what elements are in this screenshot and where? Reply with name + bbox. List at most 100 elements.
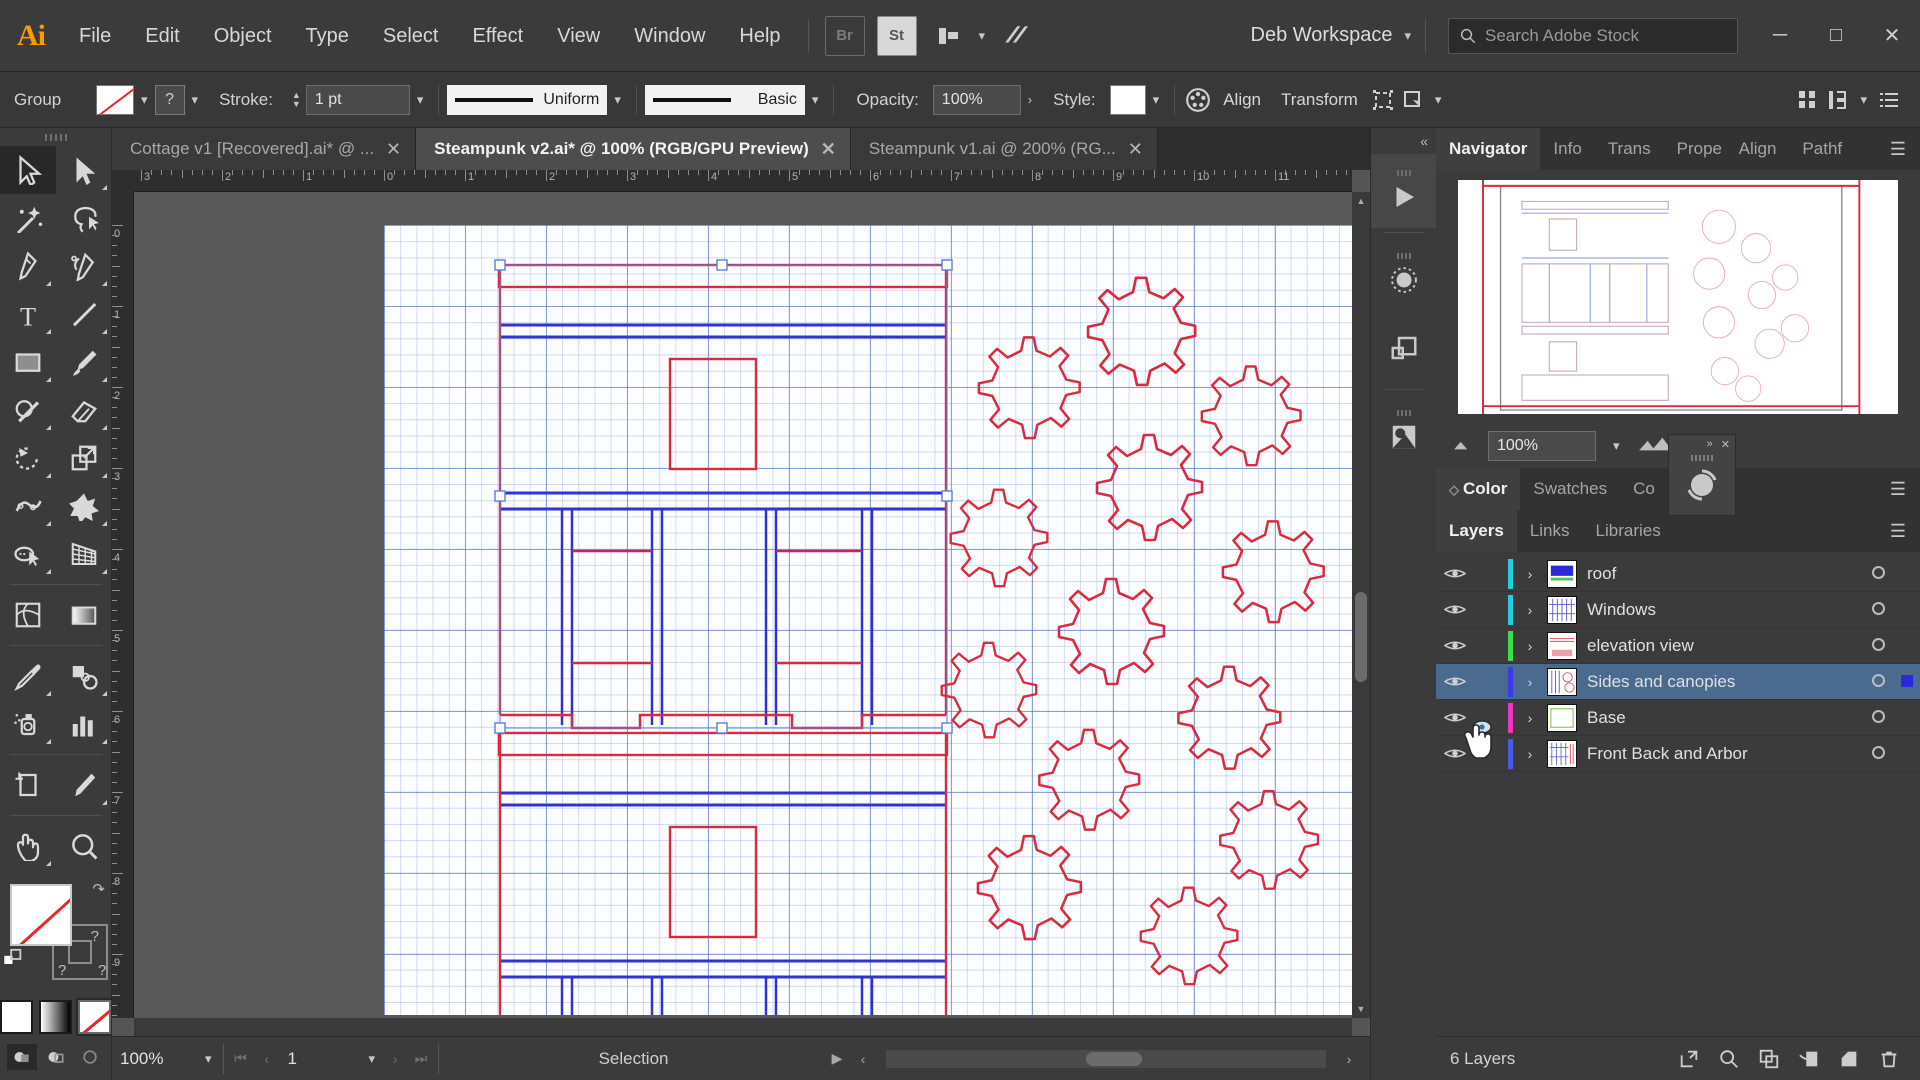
panel-menu-icon[interactable]: ☰	[1876, 139, 1920, 160]
panel-tab-color[interactable]: ◇ Color	[1436, 468, 1521, 510]
layer-row[interactable]: › Windows	[1436, 592, 1920, 628]
arrange-chevron-icon[interactable]: ▾	[1853, 92, 1874, 108]
swap-fill-stroke-icon[interactable]: ↷	[92, 880, 105, 898]
arrange-documents-icon[interactable]	[929, 16, 969, 56]
menu-effect[interactable]: Effect	[455, 0, 540, 72]
toolbar-grip[interactable]	[0, 128, 111, 146]
workspace-chevron-icon[interactable]: ▾	[1400, 28, 1415, 44]
stroke-weight-field[interactable]: 1 pt	[305, 84, 410, 115]
home-screen-icon[interactable]	[995, 16, 1035, 56]
locate-object-icon[interactable]	[1712, 1044, 1746, 1074]
horizontal-ruler[interactable]: 3210123456789101112	[134, 170, 1352, 192]
workspace-switcher[interactable]: Deb Workspace	[1237, 24, 1401, 47]
float-panel-expand-icon[interactable]: »	[1707, 438, 1713, 450]
navigator-zoom-chevron-icon[interactable]: ▾	[1606, 438, 1627, 454]
perspective-grid-tool[interactable]	[56, 530, 112, 578]
color-wheel-icon[interactable]	[1685, 468, 1719, 502]
artboard-tool[interactable]	[0, 761, 56, 809]
free-transform-tool[interactable]	[56, 482, 112, 530]
brush-chevron-icon[interactable]: ▾	[805, 92, 826, 108]
layer-row[interactable]: › elevation view	[1436, 628, 1920, 664]
layer-expand-chevron-icon[interactable]: ›	[1513, 566, 1547, 582]
menu-file[interactable]: File	[62, 0, 128, 72]
close-button[interactable]: ✕	[1864, 0, 1920, 72]
stroke-swatch[interactable]: ?	[154, 84, 185, 115]
transform-button[interactable]: Transform	[1271, 90, 1368, 110]
fill-chevron-icon[interactable]: ▾	[134, 92, 155, 108]
artboard-chevron-icon[interactable]: ▾	[362, 1051, 383, 1067]
stroke-weight-chevron-icon[interactable]: ▾	[410, 92, 431, 108]
layer-row[interactable]: › Base	[1436, 700, 1920, 736]
fill-color-box[interactable]	[10, 884, 72, 946]
vertical-ruler[interactable]: 012345678910	[112, 192, 134, 1018]
graphic-style-swatch[interactable]	[1109, 84, 1146, 115]
arrange-icon[interactable]	[1823, 87, 1853, 113]
panel-tab-prope[interactable]: Prope	[1664, 128, 1726, 170]
default-fill-stroke-icon[interactable]	[2, 948, 24, 973]
maximize-button[interactable]: □	[1808, 0, 1864, 72]
close-icon[interactable]: ✕	[1128, 139, 1143, 160]
rotate-tool[interactable]	[0, 434, 56, 482]
layer-target-indicator[interactable]	[1862, 564, 1894, 584]
color-mode-gradient[interactable]	[39, 1000, 72, 1034]
close-icon[interactable]: ✕	[821, 139, 836, 160]
scroll-up-icon[interactable]: ▲	[1352, 192, 1370, 210]
panel-tab-info[interactable]: Info	[1540, 128, 1594, 170]
layer-target-indicator[interactable]	[1862, 708, 1894, 728]
status-scrollbar[interactable]	[886, 1049, 1326, 1068]
panel-options-icon[interactable]	[1874, 87, 1904, 113]
libraries-rail-icon[interactable]	[1371, 154, 1436, 228]
layer-visibility-toggle[interactable]	[1436, 566, 1474, 581]
make-clipping-mask-icon[interactable]	[1792, 1044, 1826, 1074]
opacity-field[interactable]: 100%	[932, 84, 1021, 115]
slice-tool[interactable]	[56, 761, 112, 809]
menu-help[interactable]: Help	[722, 0, 797, 72]
document-tab[interactable]: Steampunk v2.ai* @ 100% (RGB/GPU Preview…	[416, 128, 851, 170]
blend-tool[interactable]	[56, 652, 112, 700]
panel-tab-layers[interactable]: Layers	[1436, 510, 1517, 552]
artboard[interactable]	[384, 225, 1352, 1015]
align-button[interactable]: Align	[1213, 90, 1271, 110]
status-scroll-thumb[interactable]	[1086, 1051, 1142, 1066]
paintbrush-tool[interactable]	[56, 338, 112, 386]
layer-visibility-toggle[interactable]	[1436, 746, 1474, 761]
edit-toolbar-icon[interactable]	[1398, 87, 1428, 113]
layer-expand-chevron-icon[interactable]: ›	[1513, 602, 1547, 618]
width-profile-select[interactable]: Uniform	[447, 84, 608, 115]
zoom-tool[interactable]	[56, 822, 112, 870]
chevron-down-icon[interactable]: ▾	[975, 28, 990, 44]
selection-tool[interactable]	[0, 146, 56, 194]
distribute-icon[interactable]	[1793, 87, 1823, 113]
scale-tool[interactable]	[56, 434, 112, 482]
style-chevron-icon[interactable]: ▾	[1146, 92, 1167, 108]
stroke-weight-stepper[interactable]: ▲ ▼	[287, 91, 306, 109]
artwork-vector[interactable]	[384, 225, 1352, 1015]
float-panel-close-icon[interactable]: ✕	[1721, 438, 1730, 451]
brush-definition-select[interactable]: Basic	[644, 84, 805, 115]
direct-selection-tool[interactable]	[56, 146, 112, 194]
layer-target-indicator[interactable]	[1862, 600, 1894, 620]
make-sublayer-icon[interactable]	[1752, 1044, 1786, 1074]
menu-type[interactable]: Type	[289, 0, 366, 72]
layer-visibility-toggle[interactable]	[1436, 710, 1474, 725]
magic-wand-tool[interactable]	[0, 194, 56, 242]
symbol-sprayer-tool[interactable]	[0, 700, 56, 748]
layer-expand-chevron-icon[interactable]: ›	[1513, 674, 1547, 690]
image-trace-rail-icon[interactable]	[1371, 394, 1436, 468]
last-artboard-button[interactable]: ⏭	[408, 1050, 434, 1067]
layer-row[interactable]: › Sides and canopies	[1436, 664, 1920, 700]
document-tab[interactable]: Cottage v1 [Recovered].ai* @ ... ✕	[112, 128, 417, 170]
floating-color-guide-panel[interactable]: » ✕	[1668, 434, 1736, 516]
draw-behind-mode[interactable]	[41, 1044, 71, 1070]
layer-visibility-toggle[interactable]	[1436, 638, 1474, 653]
recolor-artwork-icon[interactable]	[1183, 87, 1213, 113]
edit-toolbar-chevron-icon[interactable]: ▾	[1428, 92, 1449, 108]
scroll-thumb[interactable]	[1355, 592, 1367, 682]
panel-tab-trans[interactable]: Trans	[1595, 128, 1664, 170]
menu-object[interactable]: Object	[197, 0, 289, 72]
isolate-selected-group-icon[interactable]	[1368, 87, 1398, 113]
zoom-level-field[interactable]: 100%	[112, 1043, 198, 1074]
panel-tab-links[interactable]: Links	[1517, 510, 1583, 552]
column-graph-tool[interactable]	[56, 700, 112, 748]
gradient-tool[interactable]	[56, 591, 112, 639]
